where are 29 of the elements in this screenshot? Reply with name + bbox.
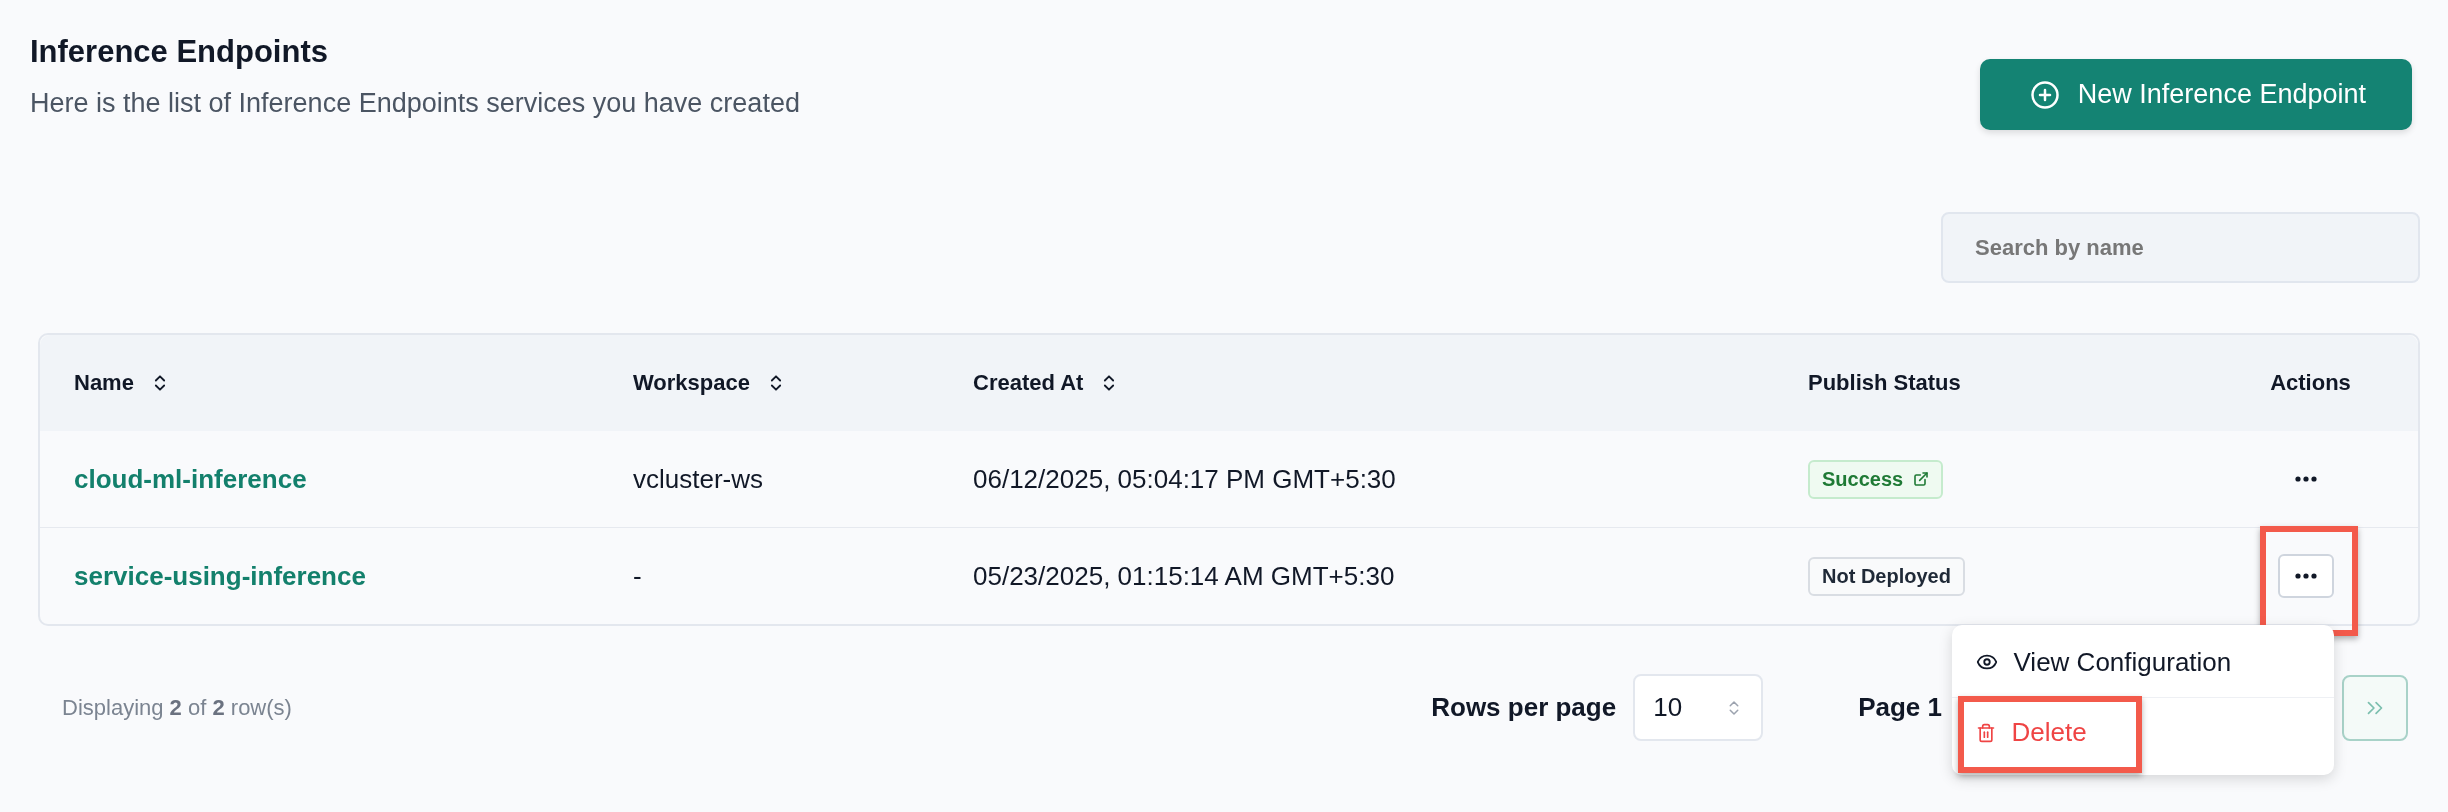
endpoint-link[interactable]: cloud-ml-inference bbox=[74, 463, 307, 495]
ellipsis-icon bbox=[2294, 476, 2317, 482]
rows-per-page-select[interactable]: 10 bbox=[1633, 674, 1764, 741]
row-count-text: Displaying 2 of 2 row(s) bbox=[62, 694, 292, 721]
page-title: Inference Endpoints bbox=[30, 34, 329, 70]
table-cell: 06/12/2025, 05:04:17 PM GMT+5:30 bbox=[973, 463, 1396, 495]
ellipsis-icon bbox=[2294, 573, 2317, 579]
trash-icon bbox=[1975, 722, 1996, 743]
plus-circle-icon bbox=[2029, 79, 2060, 110]
column-header: Workspace bbox=[633, 370, 750, 396]
menu-item[interactable]: Delete bbox=[1951, 697, 2334, 767]
more-button[interactable] bbox=[2277, 554, 2334, 598]
column-header: Name bbox=[74, 370, 134, 396]
page-indicator: Page 1 bbox=[1858, 692, 1942, 723]
status-badge: Success bbox=[1808, 459, 1944, 499]
column-header: Created At bbox=[973, 370, 1084, 396]
status-badge: Not Deployed bbox=[1808, 556, 1965, 596]
page-subtitle: Here is the list of Inference Endpoints services you have created bbox=[30, 88, 800, 119]
external-link-icon[interactable] bbox=[1913, 471, 1930, 487]
column-header: Publish Status bbox=[1808, 370, 1961, 396]
rows-per-page-label: Rows per page bbox=[1431, 692, 1617, 723]
column-header: Actions bbox=[2270, 370, 2351, 396]
menu-item[interactable]: View Configuration bbox=[1951, 627, 2334, 697]
table-cell: - bbox=[633, 560, 642, 592]
table-cell: 05/23/2025, 01:15:14 AM GMT+5:30 bbox=[973, 560, 1395, 592]
table-cell: vcluster-ws bbox=[633, 463, 763, 495]
search-field[interactable]: Search by name bbox=[1941, 212, 2420, 283]
new-endpoint-button[interactable]: New Inference Endpoint bbox=[1979, 59, 2412, 130]
endpoint-link[interactable]: service-using-inference bbox=[74, 560, 366, 592]
